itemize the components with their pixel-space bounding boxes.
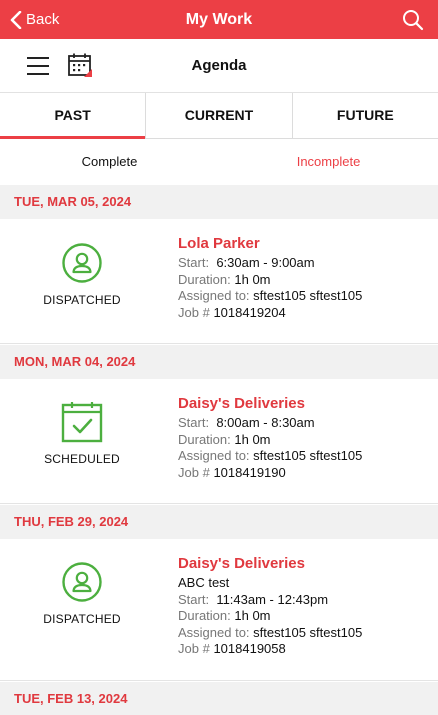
- assigned-label: Assigned to:: [178, 624, 250, 640]
- status-label: DISPATCHED: [43, 612, 121, 626]
- job-number-label: Job #: [178, 641, 210, 656]
- duration-label: Duration:: [178, 608, 231, 623]
- job-status: DISPATCHED: [0, 242, 164, 307]
- job-number: 1018419190: [213, 464, 286, 480]
- job-name[interactable]: Daisy's Deliveries: [178, 395, 432, 413]
- job-status: SCHEDULED: [0, 401, 164, 466]
- time-tabs: PAST CURRENT FUTURE: [0, 93, 438, 139]
- filter-incomplete[interactable]: Incomplete: [219, 139, 438, 185]
- date-header: MON, MAR 04, 2024: [0, 345, 438, 379]
- job-number-label: Job #: [178, 464, 210, 480]
- job-name[interactable]: Lola Parker: [178, 235, 432, 253]
- duration-value: 1h 0m: [234, 271, 271, 287]
- assigned-value: sftest105 sftest105: [253, 624, 363, 640]
- calendar-check-icon: [61, 402, 103, 443]
- start-time: 6:30am - 9:00am: [216, 255, 315, 270]
- job-card[interactable]: DISPATCHED Lola Parker Start: 6:30am - 9…: [0, 219, 438, 344]
- job-name[interactable]: Daisy's Deliveries: [178, 555, 432, 573]
- start-label: Start:: [178, 415, 210, 430]
- job-details: Lola Parker Start: 6:30am - 9:00am Durat…: [178, 235, 432, 321]
- top-app-bar: Back My Work: [0, 0, 438, 39]
- assigned-label: Assigned to:: [178, 448, 250, 463]
- start-label: Start:: [178, 591, 210, 607]
- job-status: DISPATCHED: [0, 561, 164, 626]
- start-label: Start:: [178, 255, 210, 270]
- tab-current[interactable]: CURRENT: [146, 93, 293, 138]
- date-header: TUE, FEB 13, 2024: [0, 682, 438, 715]
- tab-future[interactable]: FUTURE: [293, 93, 438, 138]
- date-header: TUE, MAR 05, 2024: [0, 185, 438, 219]
- job-details: Daisy's Deliveries Start: 8:00am - 8:30a…: [178, 395, 432, 481]
- job-card[interactable]: DISPATCHED Daisy's Deliveries ABC test S…: [0, 539, 438, 681]
- page-title: My Work: [185, 11, 253, 28]
- job-details: Daisy's Deliveries ABC test Start: 11:43…: [178, 555, 432, 658]
- date-header: THU, FEB 29, 2024: [0, 505, 438, 539]
- job-number-label: Job #: [178, 304, 210, 320]
- duration-value: 1h 0m: [234, 608, 271, 623]
- agenda-title: Agenda: [191, 57, 247, 74]
- duration-label: Duration:: [178, 271, 231, 287]
- assigned-label: Assigned to:: [178, 288, 250, 303]
- job-card[interactable]: SCHEDULED Daisy's Deliveries Start: 8:00…: [0, 379, 438, 504]
- agenda-toolbar: Agenda: [0, 39, 438, 93]
- person-circle-icon: [62, 562, 102, 602]
- assigned-value: sftest105 sftest105: [253, 288, 363, 303]
- job-description: ABC test: [178, 575, 230, 590]
- status-label: SCHEDULED: [44, 452, 120, 466]
- job-number: 1018419058: [213, 641, 286, 656]
- duration-label: Duration:: [178, 431, 231, 447]
- search-icon[interactable]: [402, 9, 424, 31]
- filter-complete[interactable]: Complete: [0, 139, 219, 185]
- duration-value: 1h 0m: [234, 431, 271, 447]
- assigned-value: sftest105 sftest105: [253, 448, 363, 463]
- status-label: DISPATCHED: [43, 293, 121, 307]
- person-circle-icon: [62, 243, 102, 283]
- completion-filter: Complete Incomplete: [0, 139, 438, 185]
- start-time: 11:43am - 12:43pm: [216, 591, 329, 607]
- job-number: 1018419204: [213, 304, 286, 320]
- start-time: 8:00am - 8:30am: [216, 415, 315, 430]
- tab-past[interactable]: PAST: [0, 93, 147, 139]
